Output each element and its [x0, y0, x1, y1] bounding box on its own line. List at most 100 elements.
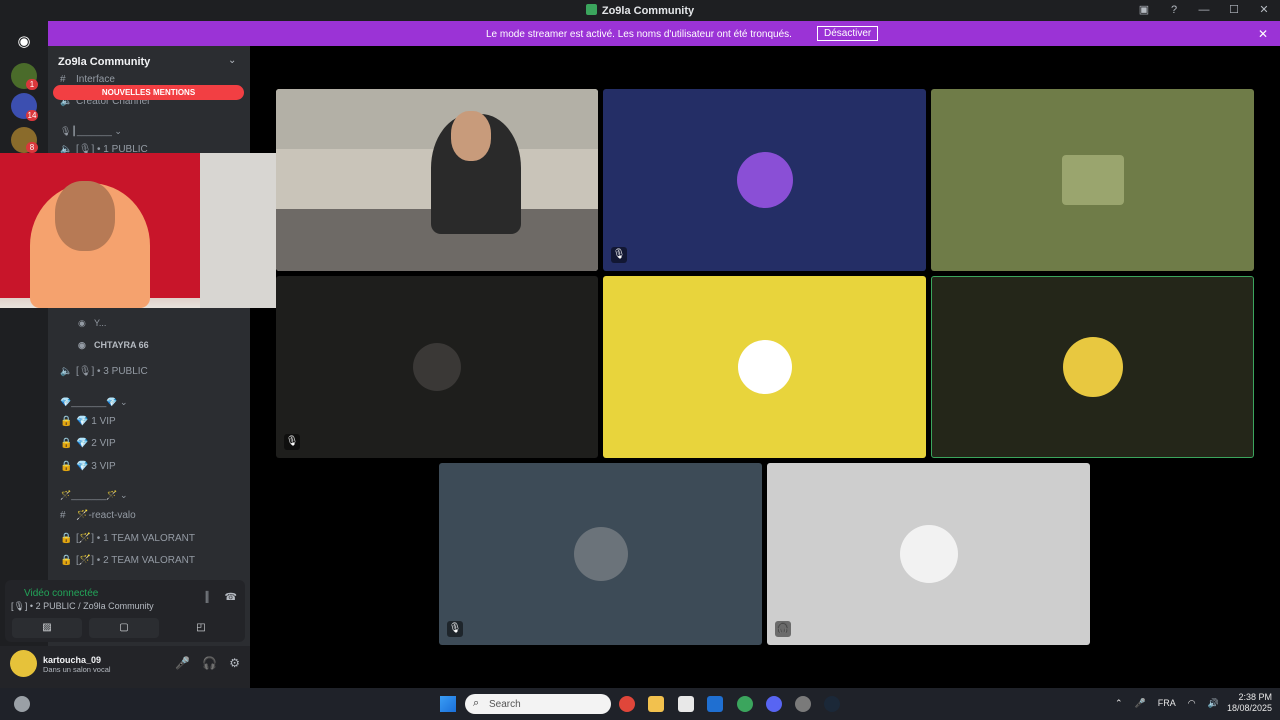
streamer-head: [451, 111, 491, 161]
microphone-icon[interactable]: 🎤: [1135, 698, 1146, 709]
widgets-icon[interactable]: [14, 696, 30, 712]
channel-item[interactable]: 🔒 💎 2 VIP: [60, 438, 116, 449]
avatar: [737, 340, 792, 394]
avatar: [1061, 155, 1124, 205]
title-bar: Zo9la Community ▣ ? — ☐ ✕: [0, 0, 1280, 21]
video-tile[interactable]: 🎧: [767, 463, 1090, 645]
folder-icon[interactable]: [648, 696, 664, 712]
discord-home-icon[interactable]: ◉: [9, 26, 39, 56]
video-tile[interactable]: [276, 89, 598, 271]
search-input[interactable]: ⌕ Search: [465, 694, 611, 714]
clock[interactable]: 2:38 PM 18/08/2025: [1227, 692, 1272, 714]
channel-label: [🪄] • 2 TEAM VALORANT: [76, 555, 195, 566]
steam-icon[interactable]: [824, 696, 840, 712]
user-status: Dans un salon vocal: [43, 665, 111, 674]
maximize-button[interactable]: ☐: [1226, 3, 1242, 16]
minimize-button[interactable]: —: [1196, 4, 1212, 16]
video-tile-speaking[interactable]: [931, 276, 1254, 458]
voice-status[interactable]: Vidéo connectée: [24, 588, 98, 599]
outlook-icon[interactable]: [707, 696, 723, 712]
lock-icon: 🔒: [60, 533, 73, 544]
start-icon[interactable]: [440, 696, 456, 712]
channel-label: 💎 1 VIP: [76, 416, 116, 427]
category-label: 🎙┃_______ ⌄: [60, 126, 122, 136]
hash-icon: #: [60, 74, 66, 85]
microphone-icon[interactable]: 🎤: [175, 656, 190, 670]
chevron-up-icon[interactable]: ⌃: [1115, 698, 1123, 709]
search-icon: ⌕: [473, 697, 480, 709]
member-name: CHTAYRA 66: [94, 340, 149, 350]
streamer-mode-banner: Le mode streamer est activé. Les noms d'…: [48, 21, 1280, 46]
help-icon[interactable]: ?: [1166, 4, 1182, 16]
avatar: ◉: [78, 340, 86, 350]
avatar: [736, 152, 793, 208]
speaker-icon: 🔈: [60, 366, 73, 377]
headphones-icon[interactable]: 🎧: [202, 656, 217, 670]
lock-icon: 🔒: [60, 416, 73, 427]
taskbar: ⌕ Search ⌃ 🎤 FRA ◠ 🔊 2:38 PM 18/08/2025: [0, 688, 1280, 720]
channel-item[interactable]: 🔒 [🪄] • 2 TEAM VALORANT: [60, 555, 195, 566]
channel-item[interactable]: # Interface: [60, 74, 115, 85]
voice-channel[interactable]: [🎙] • 2 PUBLIC / Zo9la Community: [11, 601, 154, 612]
mention-badge: 14: [26, 110, 38, 121]
guild-name[interactable]: Zo9la Community: [58, 56, 150, 68]
channel-item[interactable]: 🔈 [🎙] • 3 PUBLIC: [60, 366, 148, 377]
window-title-text: Zo9la Community: [601, 5, 695, 17]
wifi-icon[interactable]: ◠: [1188, 698, 1196, 709]
search-placeholder: Search: [489, 699, 521, 710]
app-icon[interactable]: [795, 696, 811, 712]
chevron-down-icon[interactable]: ⌄: [228, 55, 236, 66]
user-name[interactable]: kartoucha_09: [43, 655, 101, 665]
server-icon: [585, 4, 597, 15]
inbox-icon[interactable]: ▣: [1136, 3, 1152, 16]
channel-item[interactable]: 🔒 [🪄] • 1 TEAM VALORANT: [60, 533, 195, 544]
noise-icon[interactable]: ║: [203, 592, 210, 603]
user-panel: kartoucha_09 Dans un salon vocal 🎤 🎧 ⚙: [0, 646, 250, 688]
disconnect-icon[interactable]: ☎: [225, 592, 237, 603]
channel-item[interactable]: 🔒 💎 1 VIP: [60, 416, 116, 427]
voice-member[interactable]: ◉ CHTAYRA 66: [78, 340, 149, 351]
voice-member[interactable]: ◉ Y...: [78, 318, 106, 329]
channel-label: [🎙] • 3 PUBLIC: [76, 366, 148, 377]
avatar: [413, 343, 461, 391]
banner-text: Le mode streamer est activé. Les noms d'…: [486, 29, 792, 40]
lock-icon: 🔒: [60, 555, 73, 566]
channel-label: 🪄-react-valo: [76, 510, 136, 521]
volume-icon[interactable]: 🔊: [1208, 698, 1219, 709]
category-label: 🪄_______🪄 ⌄: [60, 490, 128, 500]
category-header[interactable]: 🪄_______🪄 ⌄: [60, 490, 128, 501]
store-icon[interactable]: [678, 696, 694, 712]
language-indicator[interactable]: FRA: [1158, 698, 1176, 709]
channel-label: Interface: [76, 74, 115, 85]
avatar: [899, 525, 958, 583]
video-tile[interactable]: 🎙: [439, 463, 762, 645]
video-tile[interactable]: [603, 276, 926, 458]
webcam-overlay: [0, 153, 276, 308]
lock-icon: 🔒: [60, 438, 73, 449]
video-tile[interactable]: 🎙: [603, 89, 926, 271]
category-header[interactable]: 🎙┃_______ ⌄: [60, 126, 122, 137]
avatar: [1062, 337, 1123, 397]
gear-icon[interactable]: ⚙: [229, 656, 240, 670]
screen-share-button[interactable]: ▢: [89, 618, 159, 638]
channel-item[interactable]: # 🪄-react-valo: [60, 510, 136, 521]
close-icon[interactable]: ✕: [1258, 27, 1268, 41]
camera-off-button[interactable]: ▨: [12, 618, 82, 638]
category-header[interactable]: 💎_______💎 ⌄: [60, 397, 128, 408]
new-mentions-pill[interactable]: NOUVELLES MENTIONS: [53, 85, 244, 100]
activity-button[interactable]: ◰: [166, 618, 236, 638]
category-label: 💎_______💎 ⌄: [60, 397, 128, 407]
muted-mic-icon: 🎙: [611, 247, 627, 263]
discord-icon[interactable]: [766, 696, 782, 712]
time: 2:38 PM: [1238, 692, 1272, 702]
chrome-icon[interactable]: [737, 696, 753, 712]
avatar: ◉: [78, 318, 86, 328]
video-tile[interactable]: [931, 89, 1254, 271]
muted-mic-icon: 🎙: [284, 434, 300, 450]
close-button[interactable]: ✕: [1256, 3, 1272, 16]
disable-button[interactable]: Désactiver: [817, 26, 879, 41]
channel-item[interactable]: 🔒 💎 3 VIP: [60, 461, 116, 472]
avatar[interactable]: [10, 650, 37, 677]
chrome-icon[interactable]: [619, 696, 635, 712]
video-tile[interactable]: 🎙: [276, 276, 598, 458]
